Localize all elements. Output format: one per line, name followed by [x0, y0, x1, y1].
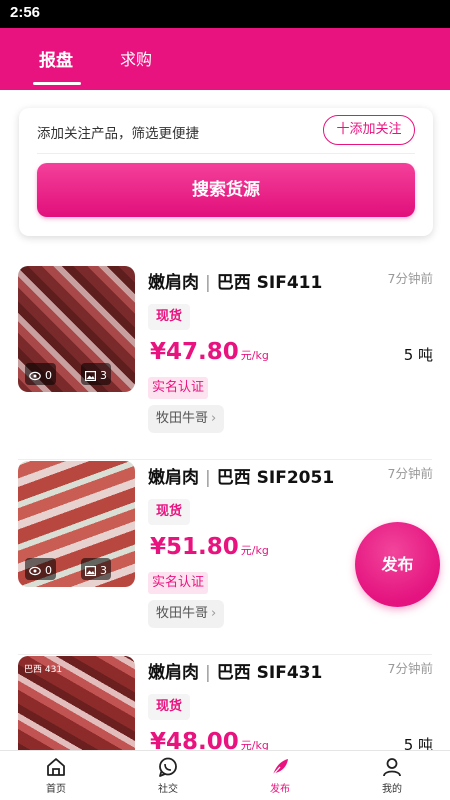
view-count: 0 — [45, 564, 52, 577]
divider — [37, 153, 415, 154]
user-icon — [383, 758, 401, 777]
seller-name: 牧田牛哥 — [156, 606, 209, 621]
filter-hint-text: 添加关注产品，筛选更便捷 — [37, 126, 199, 142]
product-thumbnail[interactable]: 0 3 — [18, 461, 135, 587]
product-name: 嫩肩肉 — [148, 663, 199, 683]
title-separator: | — [205, 663, 211, 683]
price-value: ¥47.80 — [150, 339, 239, 365]
seller-link[interactable]: 牧田牛哥 › — [148, 405, 225, 433]
nav-home[interactable]: 首页 — [21, 756, 91, 795]
nav-label: 首页 — [46, 784, 66, 795]
price: ¥51.80 元/kg — [150, 534, 269, 560]
image-icon — [85, 370, 96, 381]
divider — [18, 654, 432, 655]
chevron-right-icon: › — [211, 606, 217, 621]
price-unit: 元/kg — [240, 544, 269, 557]
chevron-right-icon: › — [211, 411, 217, 426]
feather-icon — [271, 759, 288, 777]
nav-label: 社交 — [158, 784, 178, 795]
publish-fab-button[interactable]: 发布 — [355, 522, 440, 607]
image-count: 3 — [100, 369, 107, 382]
verified-badge: 实名认证 — [148, 377, 209, 399]
product-origin: 巴西 SIF2051 — [216, 468, 335, 488]
listing-title: 嫩肩肉 | 巴西 SIF2051 — [148, 463, 334, 488]
nav-label: 发布 — [270, 784, 290, 795]
price: ¥48.00 元/kg — [150, 729, 269, 750]
add-follow-button[interactable]: 十添加关注 — [323, 115, 415, 145]
quantity: 5 吨 — [403, 346, 433, 364]
image-icon — [85, 565, 96, 576]
top-header: 报盘 求购 — [0, 28, 450, 90]
listing-item[interactable]: 巴西 431 嫩肩肉 | 巴西 SIF431 7分钟前 现货 ¥48.00 元/kg … — [0, 656, 450, 750]
price: ¥47.80 元/kg — [150, 339, 269, 365]
listing-title: 嫩肩肉 | 巴西 SIF431 — [148, 658, 322, 683]
title-separator: | — [205, 468, 211, 488]
status-bar: 2:56 — [0, 0, 450, 28]
price-unit: 元/kg — [240, 739, 269, 750]
view-count-badge: 0 — [25, 363, 56, 385]
stock-tag: 现货 — [148, 304, 191, 330]
thumbnail-label: 巴西 431 — [24, 665, 63, 675]
eye-icon — [29, 566, 41, 575]
quantity: 5 吨 — [403, 736, 433, 750]
price-value: ¥51.80 — [150, 534, 239, 560]
verified-badge: 实名认证 — [148, 572, 209, 594]
active-tab-indicator — [33, 82, 81, 85]
divider — [18, 459, 432, 460]
bottom-nav: 首页 社交 发布 我的 — [0, 750, 450, 800]
view-count-badge: 0 — [25, 558, 56, 580]
posted-time: 7分钟前 — [387, 661, 433, 676]
eye-icon — [29, 371, 41, 380]
listing-title: 嫩肩肉 | 巴西 SIF411 — [148, 268, 322, 293]
product-origin: 巴西 SIF431 — [216, 663, 323, 683]
image-count-badge: 3 — [81, 363, 111, 385]
product-name: 嫩肩肉 — [148, 468, 199, 488]
view-count: 0 — [45, 369, 52, 382]
seller-name: 牧田牛哥 — [156, 411, 209, 426]
home-icon — [47, 758, 65, 776]
nav-label: 我的 — [382, 784, 402, 795]
product-thumbnail[interactable]: 0 3 — [18, 266, 135, 392]
tab-offers[interactable]: 报盘 — [39, 46, 73, 71]
seller-link[interactable]: 牧田牛哥 › — [148, 600, 225, 628]
tab-requests[interactable]: 求购 — [120, 46, 152, 70]
product-thumbnail[interactable]: 巴西 431 — [18, 656, 135, 750]
chat-icon — [159, 757, 177, 777]
status-time: 2:56 — [10, 4, 41, 21]
stock-tag: 现货 — [148, 499, 191, 525]
listing-item[interactable]: 0 3 嫩肩肉 | 巴西 SIF411 7分钟前 现货 ¥47.80 元/kg 5 吨… — [0, 266, 450, 460]
product-origin: 巴西 SIF411 — [216, 273, 323, 293]
nav-publish[interactable]: 发布 — [245, 756, 315, 795]
search-source-button[interactable]: 搜索货源 — [37, 163, 415, 217]
price-value: ¥48.00 — [150, 729, 239, 750]
nav-social[interactable]: 社交 — [133, 756, 203, 795]
filter-card: 添加关注产品，筛选更便捷 十添加关注 搜索货源 — [19, 108, 433, 236]
title-separator: | — [205, 273, 211, 293]
price-unit: 元/kg — [240, 349, 269, 362]
posted-time: 7分钟前 — [387, 271, 433, 286]
image-count: 3 — [100, 564, 107, 577]
image-count-badge: 3 — [81, 558, 111, 580]
stock-tag: 现货 — [148, 694, 191, 720]
posted-time: 7分钟前 — [387, 466, 433, 481]
product-name: 嫩肩肉 — [148, 273, 199, 293]
nav-profile[interactable]: 我的 — [357, 756, 427, 795]
